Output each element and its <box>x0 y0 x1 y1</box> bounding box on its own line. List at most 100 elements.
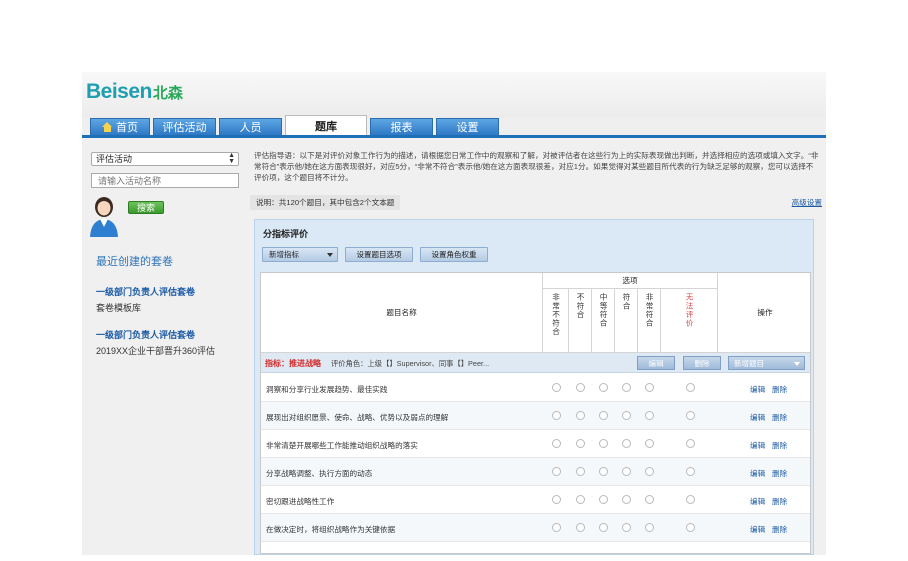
option-header: 不符合 <box>569 289 592 353</box>
option-radio[interactable] <box>686 383 695 392</box>
option-radio[interactable] <box>645 383 654 392</box>
set-role-weight-button[interactable]: 设置角色权重 <box>420 247 488 262</box>
panel-title: 分指标评价 <box>263 229 309 239</box>
option-radio[interactable] <box>599 523 608 532</box>
caret-down-icon <box>327 253 333 257</box>
col-header-options: 选项 <box>543 273 718 289</box>
option-radio[interactable] <box>645 523 654 532</box>
tab-assessment[interactable]: 评估活动 <box>153 118 216 135</box>
option-radio[interactable] <box>576 495 585 504</box>
delete-link[interactable]: 删除 <box>772 524 787 535</box>
option-radio[interactable] <box>622 495 631 504</box>
option-radio[interactable] <box>622 467 631 476</box>
recent-item-sub: 套卷模板库 <box>96 303 142 313</box>
option-radio[interactable] <box>576 523 585 532</box>
tab-reports[interactable]: 报表 <box>370 118 433 135</box>
add-question-dropdown[interactable]: 新增题目 <box>728 356 805 370</box>
select-arrows-icon: ▲ ▼ <box>228 152 235 165</box>
home-icon <box>102 122 113 132</box>
table-row: 在做决定时，将组织战略作为关键依据 编辑 删除 <box>261 514 810 542</box>
recent-item-title: 一级部门负责人评估套卷 <box>96 287 196 297</box>
option-radio[interactable] <box>622 439 631 448</box>
delete-link[interactable]: 删除 <box>772 496 787 507</box>
set-options-button[interactable]: 设置题目选项 <box>345 247 413 262</box>
option-radio[interactable] <box>622 523 631 532</box>
option-radio[interactable] <box>599 495 608 504</box>
edit-link[interactable]: 编辑 <box>750 468 765 479</box>
indicator-delete-button[interactable]: 删除 <box>683 356 721 370</box>
edit-link[interactable]: 编辑 <box>750 440 765 451</box>
option-radio[interactable] <box>686 411 695 420</box>
avatar <box>90 197 118 237</box>
option-radio[interactable] <box>552 439 561 448</box>
activity-search-input[interactable] <box>91 173 239 188</box>
main-content: 评估指导语：以下是对评价对象工作行为的描述，请根据您日常工作中的观察和了解，对被… <box>248 146 826 555</box>
option-radio[interactable] <box>686 439 695 448</box>
option-radio[interactable] <box>645 467 654 476</box>
option-radio[interactable] <box>645 495 654 504</box>
tab-settings[interactable]: 设置 <box>436 118 499 135</box>
header: Beisen 北森 <box>82 72 826 118</box>
delete-link[interactable]: 删除 <box>772 412 787 423</box>
option-radio[interactable] <box>576 467 585 476</box>
tab-people[interactable]: 人员 <box>219 118 282 135</box>
table-row: 分享战略调整、执行方面的动态 编辑 删除 <box>261 458 810 486</box>
question-text: 展现出对组织愿景、使命、战略、优势以及弱点的理解 <box>266 413 449 422</box>
sidebar: 评估活动 ▲▼ 搜索 最近创建的套卷 一级部门负责人评估套卷 套卷模板库 一级部… <box>86 149 243 555</box>
option-radio[interactable] <box>552 495 561 504</box>
main-tabbar: 首页 评估活动 人员 题库 报表 设置 <box>82 115 826 138</box>
recent-item[interactable]: 一级部门负责人评估套卷 套卷模板库 <box>96 285 195 314</box>
option-radio[interactable] <box>576 383 585 392</box>
add-indicator-dropdown[interactable]: 新增指标 <box>262 247 338 262</box>
edit-link[interactable]: 编辑 <box>750 384 765 395</box>
tab-question-bank[interactable]: 题库 <box>285 115 367 135</box>
option-radio[interactable] <box>552 523 561 532</box>
option-radio[interactable] <box>599 411 608 420</box>
option-radio[interactable] <box>576 411 585 420</box>
option-radio[interactable] <box>576 439 585 448</box>
question-text: 洞察和分享行业发展趋势、最佳实践 <box>266 385 388 394</box>
question-text: 密切跟进战略性工作 <box>266 497 335 506</box>
option-radio[interactable] <box>552 383 561 392</box>
indicator-row: 指标：推进战略 评价角色：上级【】Supervisor、同事【】Peer... … <box>261 353 810 373</box>
select-value: 评估活动 <box>96 154 133 164</box>
option-radio[interactable] <box>552 411 561 420</box>
table-row: 洞察和分享行业发展趋势、最佳实践 编辑 删除 <box>261 374 810 402</box>
option-radio[interactable] <box>622 383 631 392</box>
indicator-roles: 评价角色：上级【】Supervisor、同事【】Peer... <box>331 359 490 368</box>
table-row: 密切跟进战略性工作 编辑 删除 <box>261 486 810 514</box>
advanced-settings-link[interactable]: 高级设置 <box>792 197 822 208</box>
table-row: 展现出对组织愿景、使命、战略、优势以及弱点的理解 编辑 删除 <box>261 402 810 430</box>
edit-link[interactable]: 编辑 <box>750 496 765 507</box>
recent-item[interactable]: 一级部门负责人评估套卷 2019XX企业干部晋升360评估 <box>96 328 215 357</box>
recent-item-title: 一级部门负责人评估套卷 <box>96 330 196 340</box>
indicator-edit-button[interactable]: 编辑 <box>637 356 675 370</box>
edit-link[interactable]: 编辑 <box>750 524 765 535</box>
delete-link[interactable]: 删除 <box>772 384 787 395</box>
option-radio[interactable] <box>686 495 695 504</box>
option-header: 中等符合 <box>592 289 615 353</box>
option-radio[interactable] <box>645 411 654 420</box>
option-radio[interactable] <box>599 383 608 392</box>
tab-home[interactable]: 首页 <box>90 118 150 135</box>
indicator-panel: 分指标评价 新增指标 设置题目选项 设置角色权重 题目名称 选项 操作 非常不符… <box>254 219 814 555</box>
option-radio[interactable] <box>622 411 631 420</box>
search-button[interactable]: 搜索 <box>128 201 164 214</box>
option-radio[interactable] <box>599 439 608 448</box>
option-radio[interactable] <box>599 467 608 476</box>
activity-type-select[interactable]: 评估活动 ▲ ▼ <box>91 152 239 166</box>
option-radio[interactable] <box>686 523 695 532</box>
app-window: Beisen 北森 首页 评估活动 人员 题库 报表 设置 评估活动 ▲ ▼ 请… <box>82 72 826 555</box>
table-row: 非常清楚开展哪些工作能推动组织战略的落实 编辑 删除 <box>261 430 810 458</box>
option-radio[interactable] <box>552 467 561 476</box>
indicator-label: 指标：推进战略 <box>265 359 321 368</box>
question-text: 在做决定时，将组织战略作为关键依据 <box>266 525 396 534</box>
option-radio[interactable] <box>645 439 654 448</box>
dropdown-label: 新增指标 <box>269 250 299 259</box>
guide-text: 评估指导语：以下是对评价对象工作行为的描述，请根据您日常工作中的观察和了解，对被… <box>254 151 819 182</box>
caret-down-icon <box>794 362 800 366</box>
delete-link[interactable]: 删除 <box>772 468 787 479</box>
edit-link[interactable]: 编辑 <box>750 412 765 423</box>
option-radio[interactable] <box>686 467 695 476</box>
delete-link[interactable]: 删除 <box>772 440 787 451</box>
